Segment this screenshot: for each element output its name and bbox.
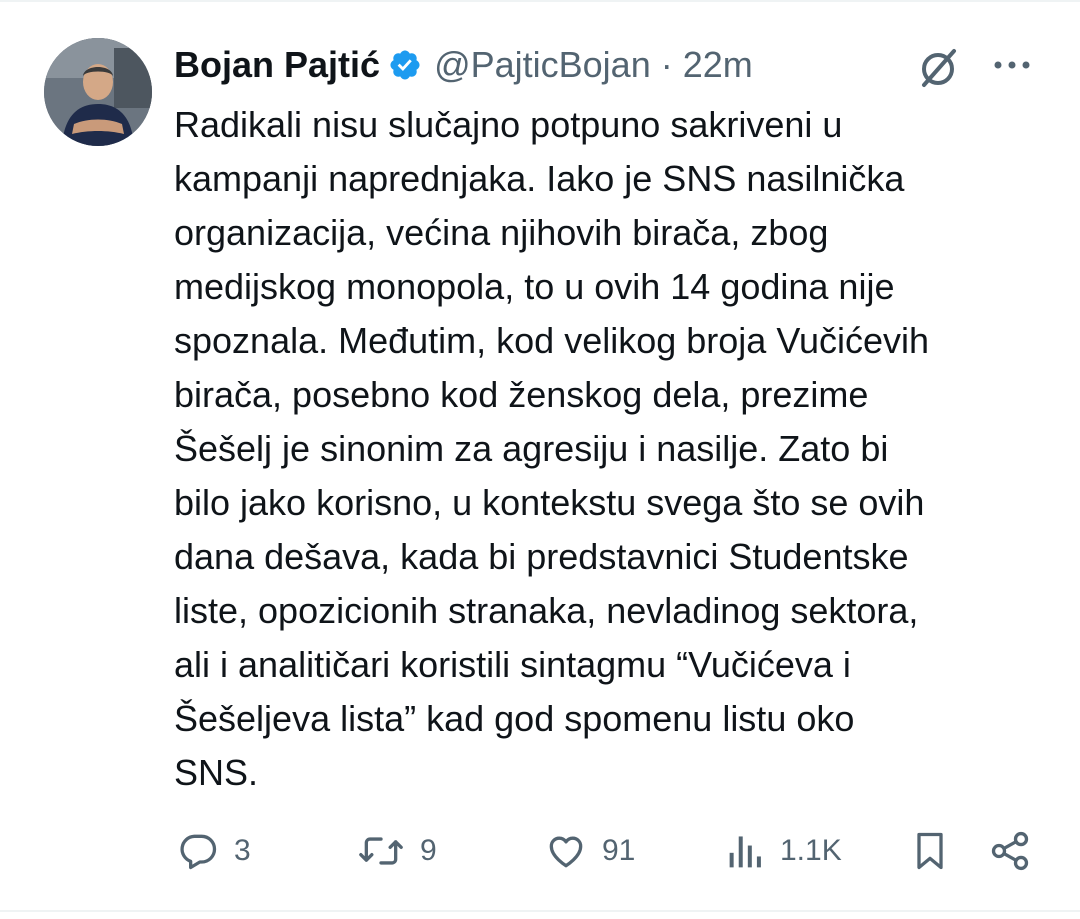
views-icon [729, 836, 761, 868]
timestamp[interactable]: 22m [683, 40, 753, 90]
share-icon [991, 831, 1029, 871]
reply-icon [180, 834, 217, 870]
repost-button[interactable]: 9 [356, 826, 437, 876]
more-icon[interactable] [990, 50, 1034, 80]
separator-dot: · [660, 44, 673, 85]
like-count: 91 [602, 834, 636, 867]
repost-icon [359, 837, 403, 865]
action-bar: 3 9 91 1.1K [0, 826, 1080, 876]
avatar[interactable] [44, 38, 152, 146]
bottom-divider [0, 910, 1080, 912]
heart-icon [549, 836, 583, 868]
repost-count: 9 [420, 834, 437, 867]
verified-badge-icon [390, 50, 420, 80]
views-count: 1.1K [780, 834, 842, 867]
top-divider [0, 0, 1080, 2]
reply-count: 3 [234, 834, 251, 867]
profile-photo [44, 38, 152, 146]
bookmark-button[interactable] [910, 826, 950, 876]
bookmark-icon [917, 832, 943, 870]
share-button[interactable] [988, 826, 1032, 876]
reply-button[interactable]: 3 [176, 826, 251, 876]
like-button[interactable]: 91 [544, 826, 635, 876]
tweet-text: Radikali nisu slučajno potpuno sakriveni… [174, 104, 930, 793]
views-button[interactable]: 1.1K [726, 826, 842, 876]
user-handle[interactable]: @PajticBojan [434, 40, 651, 90]
grok-icon[interactable] [914, 44, 962, 92]
display-name[interactable]: Bojan Pajtić [174, 40, 380, 90]
tweet-header: Bojan Pajtić @PajticBojan · 22m [174, 40, 753, 90]
